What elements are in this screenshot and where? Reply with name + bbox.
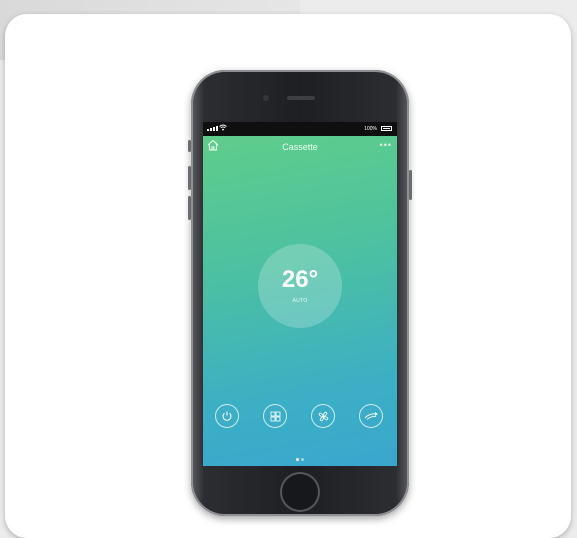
temperature-value: 26° (281, 266, 319, 293)
control-bar (215, 404, 385, 430)
page-title: Cassette (282, 142, 318, 152)
swing-icon (364, 412, 378, 420)
mode-label: AUTO (292, 298, 308, 304)
volume-down-button (188, 196, 191, 220)
fan-button[interactable] (311, 404, 335, 428)
mode-icon (270, 411, 280, 421)
app-screen: Cassette ••• 26° AUTO (203, 136, 397, 466)
power-icon (222, 411, 232, 421)
power-side-button (409, 170, 412, 200)
more-icon[interactable]: ••• (380, 140, 392, 150)
power-button[interactable] (215, 404, 239, 428)
battery-icon (381, 126, 392, 131)
signal-icon (207, 126, 218, 131)
phone-mockup: 100% Cassette ••• 26° AUTO (188, 70, 412, 516)
earpiece-speaker (287, 96, 315, 100)
status-bar: 100% (203, 122, 397, 136)
app-header: Cassette ••• (203, 136, 397, 156)
battery-percentage: 100% (364, 126, 377, 132)
image-card: 100% Cassette ••• 26° AUTO (5, 14, 571, 538)
front-camera (263, 95, 269, 101)
volume-up-button (188, 166, 191, 190)
fan-icon (318, 411, 328, 421)
mute-switch (188, 140, 191, 152)
swing-button[interactable] (359, 404, 383, 428)
page-dot-active (296, 458, 299, 461)
phone-screen: 100% Cassette ••• 26° AUTO (203, 122, 397, 466)
phone-home-button (282, 474, 318, 510)
mode-button[interactable] (263, 404, 287, 428)
wifi-icon (219, 124, 227, 133)
page-indicator (203, 448, 397, 466)
page-dot (301, 458, 304, 461)
temperature-dial[interactable]: 26° AUTO (258, 244, 342, 328)
